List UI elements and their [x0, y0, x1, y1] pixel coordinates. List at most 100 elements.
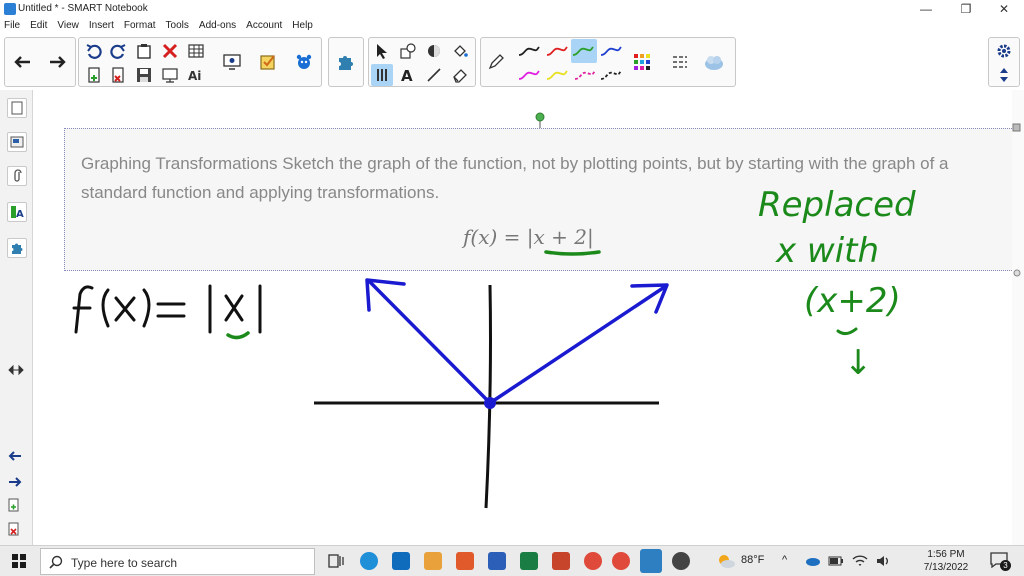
show-hidden-icons-icon[interactable]: ^	[782, 554, 787, 566]
add-ons-group	[328, 37, 364, 87]
page-sorter-tab[interactable]	[7, 98, 27, 118]
note-line-1: Replaced	[758, 185, 916, 225]
taskbar-clock[interactable]: 1:56 PM 7/13/2022	[916, 548, 976, 574]
line-style-button[interactable]	[669, 51, 691, 73]
menu-account[interactable]: Account	[246, 18, 282, 35]
previous-page-button[interactable]	[11, 51, 33, 73]
add-page-button[interactable]	[83, 64, 105, 86]
microsoft-store-icon[interactable]	[456, 552, 474, 570]
pen-color-pink-dashed[interactable]	[573, 65, 597, 85]
color-palette-button[interactable]	[631, 51, 653, 73]
lesson-activity-button[interactable]	[293, 51, 315, 73]
rotate-handle[interactable]	[535, 112, 545, 122]
edge-browser-icon[interactable]	[360, 552, 378, 570]
add-page-icon	[8, 498, 19, 512]
pen-color-black[interactable]	[517, 41, 541, 61]
side-tabs: A	[0, 90, 33, 545]
pen-color-red[interactable]	[545, 41, 569, 61]
screen-shade-button[interactable]	[159, 64, 181, 86]
pen-app-icon[interactable]	[672, 552, 690, 570]
select-tool-button[interactable]	[371, 40, 393, 62]
wifi-icon[interactable]	[852, 554, 868, 568]
menu-edit[interactable]: Edit	[30, 18, 47, 35]
redo-button[interactable]	[107, 40, 129, 62]
weather-temperature[interactable]: 88°F	[741, 554, 764, 566]
resize-sidebar-handle[interactable]	[8, 362, 24, 378]
pen-color-black-dashed[interactable]	[599, 65, 623, 85]
notifications-button[interactable]: 3	[990, 552, 1011, 571]
fill-tool-button[interactable]	[449, 40, 471, 62]
smart-notebook-taskbar-icon[interactable]	[640, 549, 662, 573]
pen-color-blue[interactable]	[599, 41, 623, 61]
arrow-right-icon	[9, 477, 22, 487]
word-icon[interactable]	[488, 552, 506, 570]
chrome-icon[interactable]	[584, 552, 602, 570]
line-tool-button[interactable]	[423, 64, 445, 86]
document-camera-button[interactable]	[221, 51, 243, 73]
fill-effects-button[interactable]	[703, 51, 725, 73]
menu-tools[interactable]: Tools	[166, 18, 189, 35]
paste-button[interactable]	[133, 40, 155, 62]
eraser-tool-button[interactable]	[449, 64, 471, 86]
shapes-tool-button[interactable]	[397, 40, 419, 62]
settings-button[interactable]	[993, 40, 1015, 62]
pen-color-yellow[interactable]	[545, 65, 569, 85]
excel-icon[interactable]	[520, 552, 538, 570]
maximize-button[interactable]: ❐	[946, 0, 986, 20]
activity-builder-button[interactable]	[257, 51, 279, 73]
properties-tab[interactable]: A	[7, 202, 27, 222]
windows-start-icon[interactable]	[12, 554, 26, 568]
move-toolbar-button[interactable]	[993, 64, 1015, 86]
delete-page-button[interactable]	[107, 64, 129, 86]
resize-handle-top[interactable]	[1012, 123, 1021, 132]
notification-count-badge: 3	[1000, 560, 1011, 571]
magic-pen-button[interactable]	[423, 40, 445, 62]
save-button[interactable]	[133, 64, 155, 86]
pen-type-button[interactable]	[485, 51, 507, 73]
notebook-page[interactable]: Graphing Transformations Sketch the grap…	[34, 90, 1024, 545]
sidebar-previous-page[interactable]	[8, 448, 22, 464]
gallery-tab[interactable]	[7, 132, 27, 152]
file-explorer-icon[interactable]	[424, 552, 442, 570]
sidebar-add-page[interactable]	[8, 498, 20, 515]
onedrive-cloud-icon[interactable]	[804, 555, 820, 567]
taskbar-search[interactable]: Type here to search	[40, 548, 315, 575]
base-function-underline-ink	[226, 331, 250, 340]
outlook-icon[interactable]	[392, 552, 410, 570]
menu-file[interactable]: File	[4, 18, 20, 35]
pen-stroke-icon	[546, 70, 568, 80]
sidebar-next-page[interactable]	[8, 474, 22, 490]
attachments-tab[interactable]	[7, 166, 27, 186]
next-page-button[interactable]	[47, 51, 69, 73]
menu-help[interactable]: Help	[292, 18, 313, 35]
pen-tool-button[interactable]	[371, 64, 393, 86]
table-button[interactable]	[185, 40, 207, 62]
add-ons-button[interactable]	[335, 51, 357, 73]
pen-color-magenta[interactable]	[517, 65, 541, 85]
volume-icon[interactable]	[876, 554, 892, 568]
paint-bucket-icon	[454, 45, 468, 57]
menu-view[interactable]: View	[57, 18, 79, 35]
creature-icon	[296, 54, 312, 69]
undo-button[interactable]	[83, 40, 105, 62]
resize-handle-bottom[interactable]	[1013, 269, 1021, 277]
puzzle-icon	[12, 243, 23, 254]
text-tool-button[interactable]: A	[397, 64, 419, 86]
pen-stroke-icon	[518, 70, 540, 80]
close-button[interactable]: ✕	[984, 0, 1024, 20]
handwriting-recognition-button[interactable]: Ai	[185, 64, 207, 86]
add-ons-tab[interactable]	[7, 238, 27, 258]
task-view-icon[interactable]	[327, 552, 345, 570]
pen-stroke-icon	[546, 46, 568, 56]
menu-add-ons[interactable]: Add-ons	[199, 18, 236, 35]
chrome-profile-icon[interactable]	[612, 552, 630, 570]
battery-icon[interactable]	[828, 555, 844, 567]
delete-button[interactable]	[159, 40, 181, 62]
sidebar-delete-page[interactable]	[8, 522, 20, 539]
menu-format[interactable]: Format	[124, 18, 156, 35]
pen-color-green-selected[interactable]	[571, 39, 597, 63]
minimize-button[interactable]: —	[906, 0, 946, 20]
menu-insert[interactable]: Insert	[89, 18, 114, 35]
eraser-icon	[453, 69, 467, 83]
powerpoint-icon[interactable]	[552, 552, 570, 570]
